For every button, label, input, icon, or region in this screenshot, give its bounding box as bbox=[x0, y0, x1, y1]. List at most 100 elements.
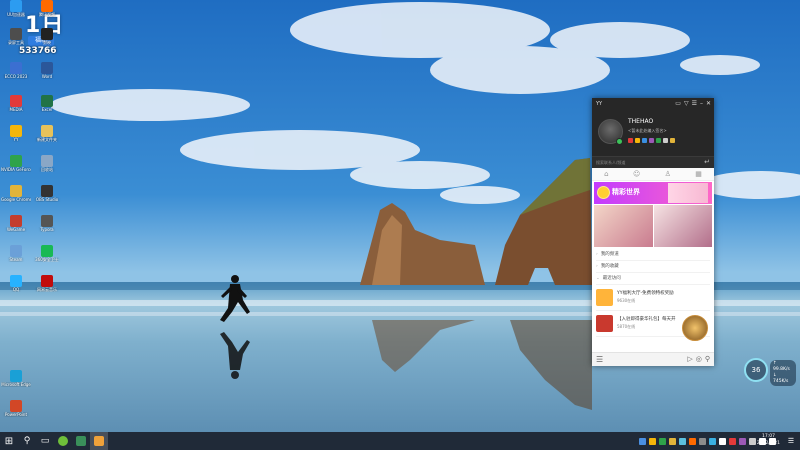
signature[interactable]: <暂未此处编入签名> bbox=[628, 128, 667, 134]
app-icon bbox=[10, 28, 22, 40]
desktop-icon[interactable]: Word bbox=[32, 62, 62, 79]
badge-icon[interactable] bbox=[649, 138, 654, 143]
tray-icon[interactable] bbox=[679, 437, 686, 445]
featured-thumbnail[interactable] bbox=[653, 205, 712, 247]
desktop-icon[interactable]: OBS Studio bbox=[32, 185, 62, 202]
coin-icon bbox=[597, 186, 610, 199]
promo-banner[interactable]: 精彩世界 bbox=[594, 182, 712, 204]
badge-icon[interactable] bbox=[670, 138, 675, 143]
memory-usage-gauge: 36 bbox=[744, 358, 768, 382]
featured-grid bbox=[594, 205, 712, 247]
net-speed-widget[interactable]: 36 ↑ 99.8K/s ↓ 745K/s bbox=[744, 358, 796, 386]
desktop-icon[interactable]: Microsoft Edge bbox=[1, 370, 31, 387]
desktop-icon[interactable]: 剪映 bbox=[32, 28, 62, 45]
tab-apps-icon[interactable]: ▦ bbox=[695, 170, 702, 178]
app-icon bbox=[41, 185, 53, 197]
enter-icon[interactable]: ↵ bbox=[704, 158, 710, 166]
nickname[interactable]: THEHAO bbox=[628, 118, 653, 125]
search-bar[interactable]: 搜索联系人/频道 ↵ bbox=[592, 156, 714, 168]
tray-icon[interactable] bbox=[699, 437, 706, 445]
taskbar-app[interactable] bbox=[54, 432, 72, 450]
app-icon bbox=[41, 28, 53, 40]
yy-window[interactable]: YY ▭ ▽ ☰ – ✕ THEHAO <暂未此处编入签名> 搜索联系人/频道 … bbox=[592, 98, 714, 366]
tray-icon[interactable] bbox=[649, 437, 656, 445]
desktop-icon[interactable]: 腾讯视频 bbox=[32, 0, 62, 17]
desktop-icon[interactable]: QQ bbox=[1, 275, 31, 292]
close-icon[interactable]: ✕ bbox=[706, 100, 711, 107]
main-menu-icon[interactable]: ☰ bbox=[596, 355, 603, 364]
target-icon[interactable]: ◎ bbox=[696, 355, 702, 363]
desktop-icon[interactable]: 网易云音乐 bbox=[32, 275, 62, 292]
start-button[interactable]: ⊞ bbox=[0, 432, 18, 450]
badge-icon[interactable] bbox=[642, 138, 647, 143]
search-input[interactable]: 搜索联系人/频道 bbox=[596, 160, 625, 166]
desktop-icon[interactable]: Google Chrome bbox=[1, 185, 31, 202]
taskbar-app-active[interactable] bbox=[90, 432, 108, 450]
desktop-icon[interactable]: 360安全卫士 bbox=[32, 245, 62, 262]
desktop-icon[interactable]: 新建文件夹 bbox=[32, 125, 62, 142]
tab-friends-icon[interactable]: ☺ bbox=[633, 170, 640, 178]
floating-game-icon[interactable] bbox=[682, 315, 708, 341]
tray-icon[interactable] bbox=[729, 437, 736, 445]
list-group-my-channels[interactable]: › 我的频道 bbox=[596, 249, 710, 261]
desktop-icon[interactable]: ECCO 2023 bbox=[1, 62, 31, 79]
clock-time: 17:07 bbox=[761, 434, 775, 439]
app-icon bbox=[41, 62, 53, 74]
desktop-icon[interactable]: Steam bbox=[1, 245, 31, 262]
desktop-icon[interactable]: 录屏工具 bbox=[1, 28, 31, 45]
desktop-icon-label: YY bbox=[13, 137, 19, 142]
tray-icon[interactable] bbox=[639, 437, 646, 445]
app-icon bbox=[10, 155, 22, 167]
desktop-icon-label: Steam bbox=[9, 257, 23, 262]
tray-icon[interactable] bbox=[689, 437, 696, 445]
list-group-favorites[interactable]: › 我的收藏 bbox=[596, 261, 710, 273]
desktop-icon[interactable]: NVIDIA GeForce Exp bbox=[1, 155, 31, 172]
list-group-recent[interactable]: ⌄ 最近访问 bbox=[596, 273, 710, 285]
task-view-button[interactable]: ▭ bbox=[36, 432, 54, 450]
desktop-icon[interactable]: Typora bbox=[32, 215, 62, 232]
yy-header: YY ▭ ▽ ☰ – ✕ THEHAO <暂未此处编入签名> bbox=[592, 98, 714, 156]
app-icon bbox=[41, 125, 53, 137]
desktop-icon-label: Google Chrome bbox=[1, 197, 31, 202]
minimize-icon[interactable]: – bbox=[700, 100, 703, 107]
desktop-icon[interactable]: 回收站 bbox=[32, 155, 62, 172]
search-icon[interactable]: ⚲ bbox=[705, 355, 710, 363]
desktop-icon[interactable]: PowerPoint bbox=[1, 400, 31, 417]
list-item[interactable]: YY福利大厅-免费领特权奖励 9630在线 bbox=[596, 285, 710, 311]
desktop-icon-label: MEDIA bbox=[9, 107, 23, 112]
desktop-icon[interactable]: MEDIA bbox=[1, 95, 31, 112]
app-icon bbox=[10, 370, 22, 382]
main-tabs: ⌂ ☺ ♙ ▦ bbox=[592, 168, 714, 181]
brand-number: 533766 bbox=[19, 46, 57, 56]
desktop-icon-label: Typora bbox=[40, 227, 54, 232]
tab-home-icon[interactable]: ⌂ bbox=[604, 170, 608, 178]
taskbar-app[interactable] bbox=[72, 432, 90, 450]
tray-icon[interactable] bbox=[669, 437, 676, 445]
tray-icon[interactable] bbox=[749, 437, 756, 445]
search-button[interactable]: ⚲ bbox=[18, 432, 36, 450]
badge-icon[interactable] bbox=[635, 138, 640, 143]
desktop-icon[interactable]: UU加速器 bbox=[1, 0, 31, 17]
channel-online-count: 5870在线 bbox=[617, 324, 636, 329]
featured-thumbnail[interactable] bbox=[594, 205, 653, 247]
notification-icon[interactable]: ☰ bbox=[786, 436, 796, 446]
skin-icon[interactable]: ▽ bbox=[684, 100, 689, 107]
desktop-icon[interactable]: YY bbox=[1, 125, 31, 142]
tray-icon[interactable] bbox=[659, 437, 666, 445]
mini-mode-icon[interactable]: ▭ bbox=[675, 100, 681, 107]
desktop-icon[interactable]: Excel bbox=[32, 95, 62, 112]
tray-icon[interactable] bbox=[739, 437, 746, 445]
desktop-icon[interactable]: WeGame bbox=[1, 215, 31, 232]
tray-icon[interactable] bbox=[709, 437, 716, 445]
list-group-label: 最近访问 bbox=[602, 276, 621, 281]
tab-contacts-icon[interactable]: ♙ bbox=[665, 170, 671, 178]
badge-icon[interactable] bbox=[628, 138, 633, 143]
play-icon[interactable]: ▷ bbox=[687, 355, 692, 363]
list-group-label: 我的收藏 bbox=[600, 264, 619, 269]
app-icon bbox=[10, 0, 22, 12]
badge-icon[interactable] bbox=[656, 138, 661, 143]
tray-icon[interactable] bbox=[719, 437, 726, 445]
badge-icon[interactable] bbox=[663, 138, 668, 143]
clock[interactable]: 17:07 2022/6/21 bbox=[757, 433, 780, 447]
menu-icon[interactable]: ☰ bbox=[692, 100, 697, 107]
